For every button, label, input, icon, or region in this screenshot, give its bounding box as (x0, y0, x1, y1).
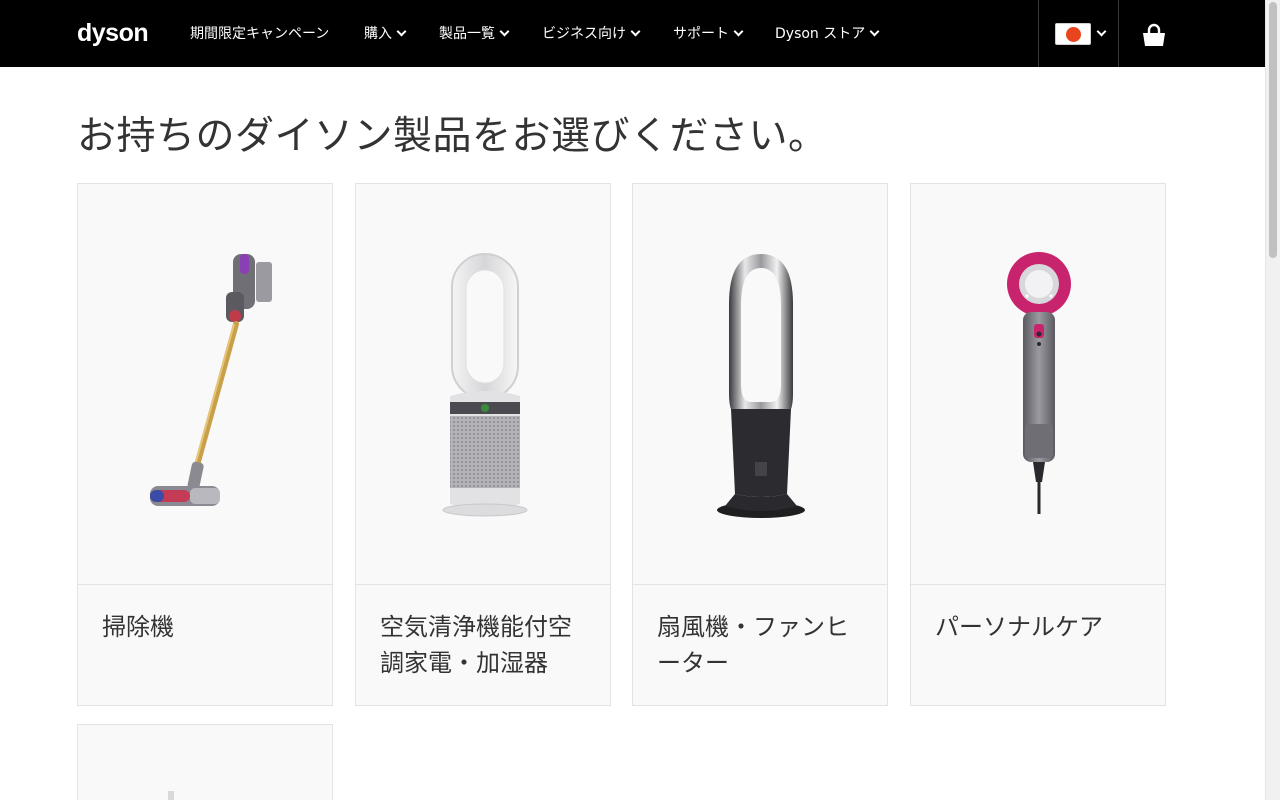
category-card-partial[interactable] (77, 724, 333, 800)
nav-support[interactable]: サポート (673, 22, 744, 44)
category-card-vacuum[interactable]: 掃除機 (77, 183, 333, 706)
scrollbar-thumb[interactable] (1269, 2, 1277, 258)
air-purifier-image-area (356, 184, 610, 584)
nav-business-label: ビジネス向け (542, 26, 626, 42)
shopping-basket-icon[interactable] (1141, 22, 1167, 48)
page-scrollbar[interactable] (1265, 0, 1280, 800)
nav-buy-label: 購入 (364, 26, 392, 42)
category-card-air-purifier[interactable]: 空気清浄機能付空調家電・加湿器 (355, 183, 611, 706)
category-label: 掃除機 (102, 613, 174, 641)
hair-dryer-image (1007, 252, 1071, 514)
header-divider (1118, 0, 1119, 67)
nav-campaign-label: 期間限定キャンペーン (190, 26, 330, 42)
nav-campaign[interactable]: 期間限定キャンペーン (190, 22, 329, 44)
chevron-down-icon (630, 26, 641, 36)
vacuum-label-area: 掃除機 (78, 584, 332, 705)
vacuum-image-area (78, 184, 332, 584)
dyson-logo[interactable]: dyson (77, 19, 149, 47)
chevron-down-icon (869, 26, 880, 36)
personal-care-label-area: パーソナルケア (911, 584, 1165, 705)
header-divider (1038, 0, 1039, 67)
nav-products[interactable]: 製品一覧 (439, 22, 510, 44)
personal-care-image-area (911, 184, 1165, 584)
nav-business[interactable]: ビジネス向け (542, 22, 641, 44)
fan-heater-image-area (633, 184, 887, 584)
fan-heater-image (717, 254, 805, 518)
category-label: パーソナルケア (935, 613, 1103, 641)
stick-vacuum-image (150, 254, 272, 506)
flag-sun (1066, 27, 1081, 42)
chevron-down-icon (396, 26, 407, 36)
nav-support-label: サポート (673, 26, 729, 42)
air-purifier-image (442, 253, 528, 517)
japan-flag-icon[interactable] (1055, 23, 1091, 45)
fan-heater-label-area: 扇風機・ファンヒーター (633, 584, 887, 705)
nav-dyson-store-label: Dyson ストア (775, 26, 866, 42)
category-label: 扇風機・ファンヒーター (657, 613, 849, 677)
category-card-fan-heater[interactable]: 扇風機・ファンヒーター (632, 183, 888, 706)
nav-products-label: 製品一覧 (439, 26, 495, 42)
page-title: お持ちのダイソン製品をお選びください。 (77, 114, 828, 159)
chevron-down-icon (499, 26, 510, 36)
product-image-partial (168, 791, 174, 800)
chevron-down-icon (733, 26, 744, 36)
category-card-personal-care[interactable]: パーソナルケア (910, 183, 1166, 706)
site-header: dyson 期間限定キャンペーン 購入 製品一覧 ビジネス向け サポート Dys… (0, 0, 1265, 67)
chevron-down-icon[interactable] (1096, 26, 1107, 37)
air-purifier-label-area: 空気清浄機能付空調家電・加湿器 (356, 584, 610, 705)
nav-buy[interactable]: 購入 (364, 22, 407, 44)
category-label: 空気清浄機能付空調家電・加湿器 (380, 613, 572, 677)
nav-dyson-store[interactable]: Dyson ストア (775, 22, 880, 44)
